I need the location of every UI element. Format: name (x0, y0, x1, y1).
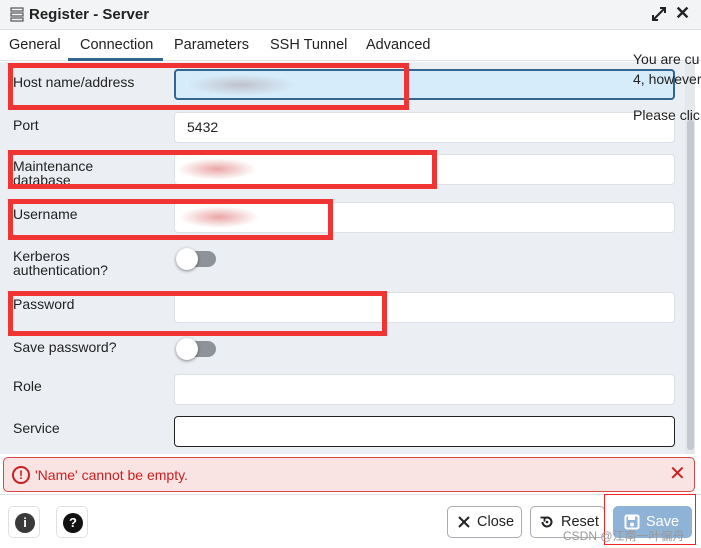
scrollbar-thumb[interactable] (687, 120, 694, 450)
dismiss-error-icon[interactable]: ✕ (669, 463, 686, 485)
port-label: Port (13, 117, 39, 133)
error-icon: ! (12, 466, 30, 484)
notice-line-2: 4, however (633, 71, 701, 87)
watermark: CSDN @江南一叶偏舟 (563, 529, 685, 543)
tab-connection[interactable]: Connection (80, 37, 153, 53)
window-title: Register - Server (29, 6, 150, 23)
title-bar: Register - Server ✕ (0, 0, 701, 30)
error-message: 'Name' cannot be empty. (35, 467, 188, 483)
close-button[interactable]: Close (447, 506, 522, 538)
annotation-box-maintenance-db (8, 150, 437, 189)
annotation-box-password (8, 291, 387, 336)
tab-general[interactable]: General (9, 37, 61, 53)
active-tab-indicator (68, 58, 163, 61)
port-input[interactable]: 5432 (174, 112, 675, 143)
save-password-label: Save password? (13, 339, 117, 355)
annotation-box-host (8, 63, 409, 110)
annotation-box-username (8, 199, 333, 240)
tab-advanced[interactable]: Advanced (366, 37, 431, 53)
info-icon: i (15, 513, 35, 533)
help-icon: ? (63, 513, 83, 533)
save-password-toggle[interactable] (176, 338, 216, 360)
port-value: 5432 (187, 119, 219, 135)
close-button-label: Close (477, 514, 515, 530)
help-button[interactable]: ? (56, 506, 88, 538)
error-banner: ! 'Name' cannot be empty. ✕ (3, 457, 695, 492)
expand-icon[interactable] (650, 5, 668, 23)
kerberos-label-line1: Kerberos (13, 248, 70, 264)
close-icon (458, 516, 470, 528)
kerberos-toggle[interactable] (176, 248, 216, 270)
tab-ssh-tunnel[interactable]: SSH Tunnel (270, 37, 347, 53)
kerberos-label-line2: authentication? (13, 262, 108, 278)
tab-bar: General Connection Parameters SSH Tunnel… (0, 31, 701, 61)
notice-line-3: Please clic (633, 107, 700, 123)
info-button[interactable]: i (8, 506, 40, 538)
service-label: Service (13, 420, 60, 436)
notice-line-1: You are cu (633, 51, 700, 67)
close-window-icon[interactable]: ✕ (675, 3, 690, 23)
role-input[interactable] (174, 374, 675, 405)
server-icon (10, 7, 24, 22)
service-input[interactable] (174, 416, 675, 447)
role-label: Role (13, 378, 42, 394)
reset-icon (540, 516, 553, 528)
tab-parameters[interactable]: Parameters (174, 37, 249, 53)
